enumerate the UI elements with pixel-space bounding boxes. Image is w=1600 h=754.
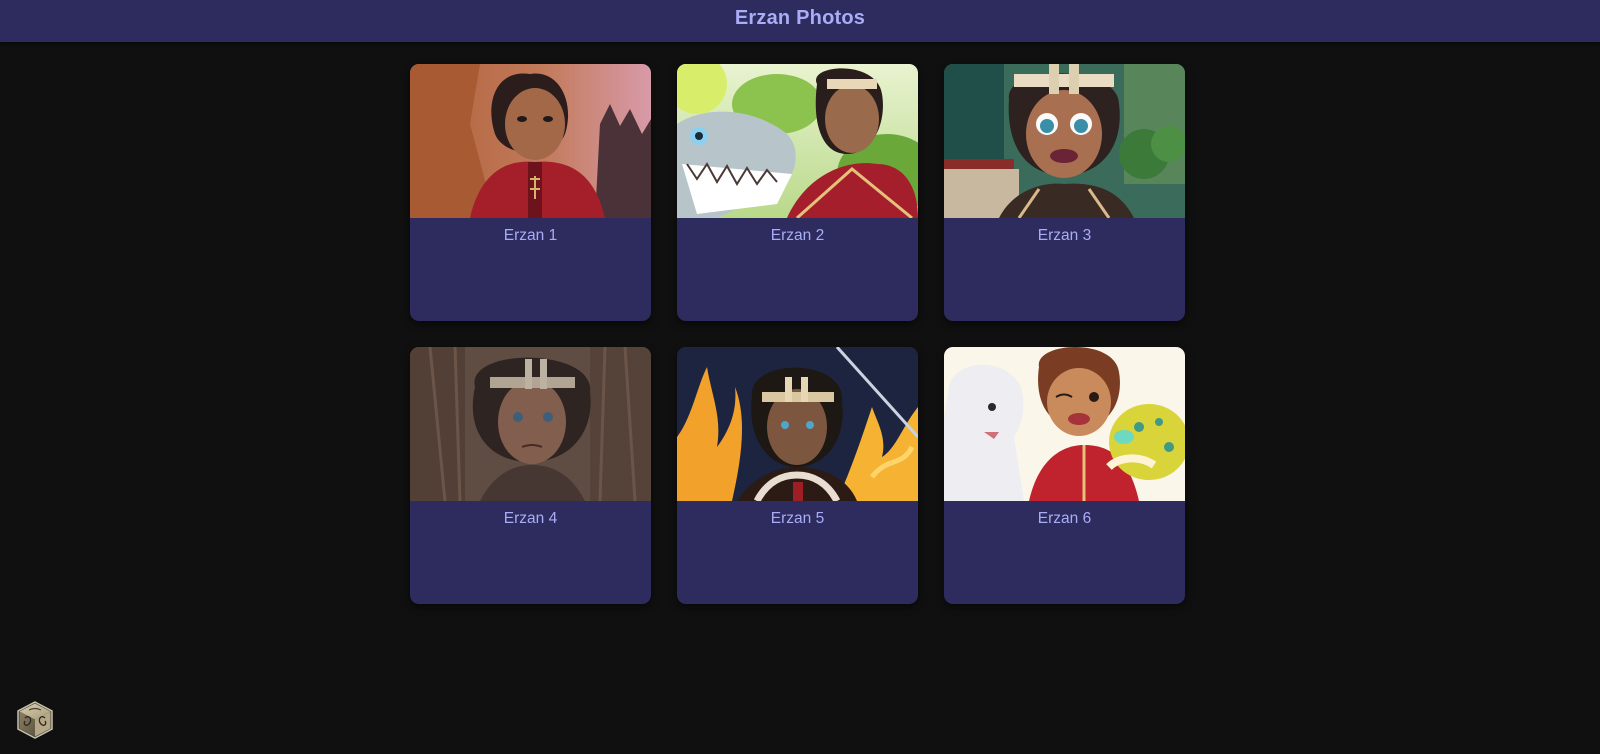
photo-gallery: Erzan 1 Erzan 2 Erzan 3 Erzan 4 Erzan 5 … [410, 64, 1186, 604]
photo-card-5[interactable]: Erzan 5 [677, 347, 918, 604]
photo-caption-2: Erzan 2 [770, 227, 825, 244]
photo-card-4[interactable]: Erzan 4 [410, 347, 651, 604]
photo-caption-5: Erzan 5 [770, 510, 825, 527]
photo-image-1[interactable] [410, 64, 651, 218]
photo-caption-3: Erzan 3 [1037, 227, 1092, 244]
photo-image-4[interactable] [410, 347, 651, 501]
page-title: Erzan Photos [734, 6, 866, 29]
photo-image-2[interactable] [677, 64, 918, 218]
photo-caption-1: Erzan 1 [503, 227, 558, 244]
top-bar: Erzan Photos [0, 0, 1600, 42]
photo-caption-4: Erzan 4 [503, 510, 558, 527]
photo-image-5[interactable] [677, 347, 918, 501]
photo-card-2[interactable]: Erzan 2 [677, 64, 918, 321]
photo-card-3[interactable]: Erzan 3 [944, 64, 1185, 321]
photo-image-6[interactable] [944, 347, 1185, 501]
cube-emblem-icon[interactable] [15, 700, 55, 740]
photo-caption-6: Erzan 6 [1037, 510, 1092, 527]
photo-image-3[interactable] [944, 64, 1185, 218]
photo-card-1[interactable]: Erzan 1 [410, 64, 651, 321]
photo-card-6[interactable]: Erzan 6 [944, 347, 1185, 604]
